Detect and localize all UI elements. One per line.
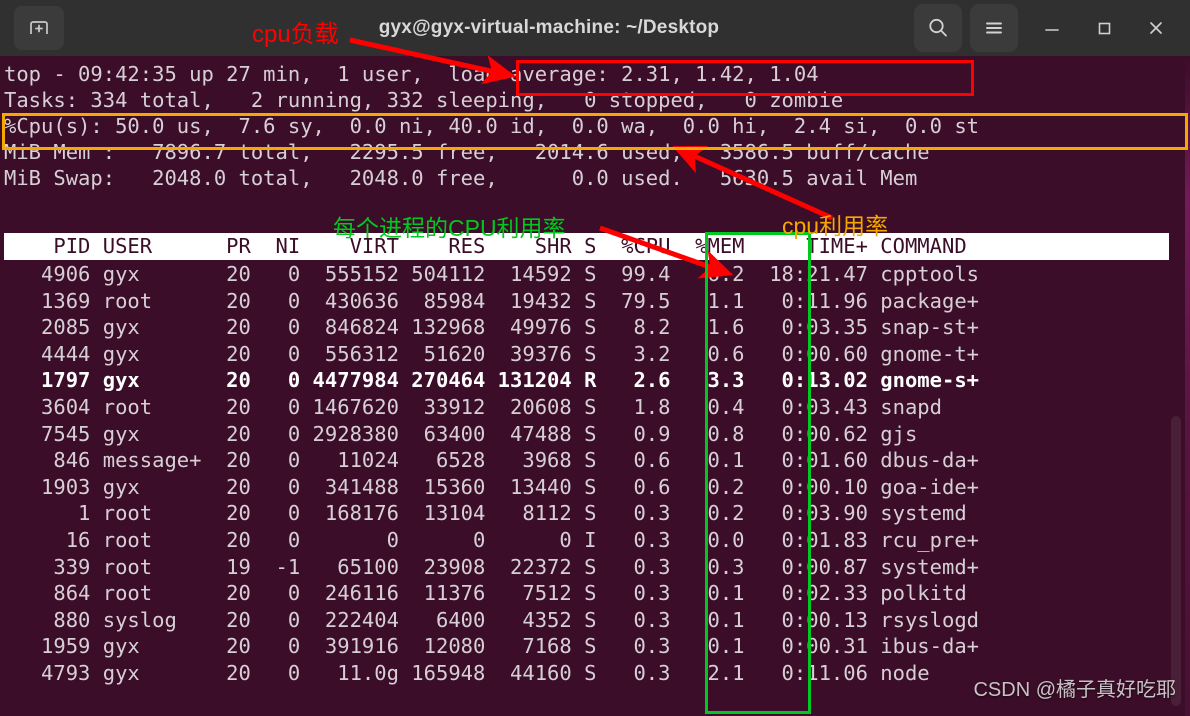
new-tab-button[interactable]: [14, 6, 64, 50]
table-row: 1903 gyx 20 0 341488 15360 13440 S 0.6 0…: [4, 474, 980, 499]
table-row: 864 root 20 0 246116 11376 7512 S 0.3 0.…: [4, 581, 967, 606]
watermark: CSDN @橘子真好吃耶: [973, 679, 1176, 701]
top-summary-line-5: MiB Swap: 2048.0 total, 2048.0 free, 0.0…: [4, 166, 918, 190]
terminal-body[interactable]: top - 09:42:35 up 27 min, 1 user, load a…: [0, 56, 1190, 716]
table-row: 7545 gyx 20 0 2928380 63400 47488 S 0.9 …: [4, 421, 918, 446]
top-summary-line-1: top - 09:42:35 up 27 min, 1 user, load a…: [4, 62, 819, 86]
table-row: 1959 gyx 20 0 391916 12080 7168 S 0.3 0.…: [4, 634, 980, 659]
new-tab-icon: [30, 21, 48, 34]
table-row: 4444 gyx 20 0 556312 51620 39376 S 3.2 0…: [4, 341, 980, 366]
close-icon: [1150, 22, 1162, 34]
maximize-icon: [1098, 22, 1111, 35]
top-summary-line-3: %Cpu(s): 50.0 us, 7.6 sy, 0.0 ni, 40.0 i…: [4, 114, 980, 138]
window-titlebar: gyx@gyx-virtual-machine: ~/Desktop: [0, 0, 1190, 56]
minimize-icon: [1045, 29, 1059, 31]
table-row: 339 root 19 -1 65100 23908 22372 S 0.3 0…: [4, 554, 980, 579]
top-summary-line-4: MiB Mem : 7896.7 total, 2295.5 free, 201…: [4, 140, 930, 164]
search-icon: [929, 18, 947, 37]
search-button[interactable]: [914, 4, 962, 52]
menu-button[interactable]: [970, 4, 1018, 52]
titlebar-buttons: [914, 4, 1182, 52]
window-title: gyx@gyx-virtual-machine: ~/Desktop: [378, 17, 720, 38]
maximize-button[interactable]: [1078, 4, 1130, 52]
top-summary-line-2: Tasks: 334 total, 2 running, 332 sleepin…: [4, 88, 844, 112]
table-row: 2085 gyx 20 0 846824 132968 49976 S 8.2 …: [4, 315, 980, 340]
table-row: 1 root 20 0 168176 13104 8112 S 0.3 0.2 …: [4, 501, 967, 526]
table-row: 16 root 20 0 0 0 0 I 0.3 0.0 0:01.83 rcu…: [4, 528, 980, 552]
table-row: 880 syslog 20 0 222404 6400 4352 S 0.3 0…: [4, 607, 980, 632]
table-row: 846 message+ 20 0 11024 6528 3968 S 0.6 …: [4, 448, 980, 473]
scrollbar-thumb[interactable]: [1171, 416, 1181, 706]
hamburger-menu-icon: [986, 22, 1002, 34]
terminal-scrollbar[interactable]: [1171, 56, 1186, 716]
table-row: 4906 gyx 20 0 555152 504112 14592 S 99.4…: [4, 262, 980, 286]
table-row: 1369 root 20 0 430636 85984 19432 S 79.5…: [4, 288, 980, 313]
table-row: 3604 root 20 0 1467620 33912 20608 S 1.8…: [4, 395, 942, 419]
process-table-header: PID USER PR NI VIRT RES SHR S %CPU %MEM …: [4, 233, 1169, 260]
minimize-button[interactable]: [1026, 4, 1078, 52]
close-button[interactable]: [1130, 4, 1182, 52]
table-row: 1797 gyx 20 0 4477984 270464 131204 R 2.…: [4, 368, 980, 393]
terminal-window: gyx@gyx-virtual-machine: ~/Desktop top -…: [0, 0, 1190, 716]
